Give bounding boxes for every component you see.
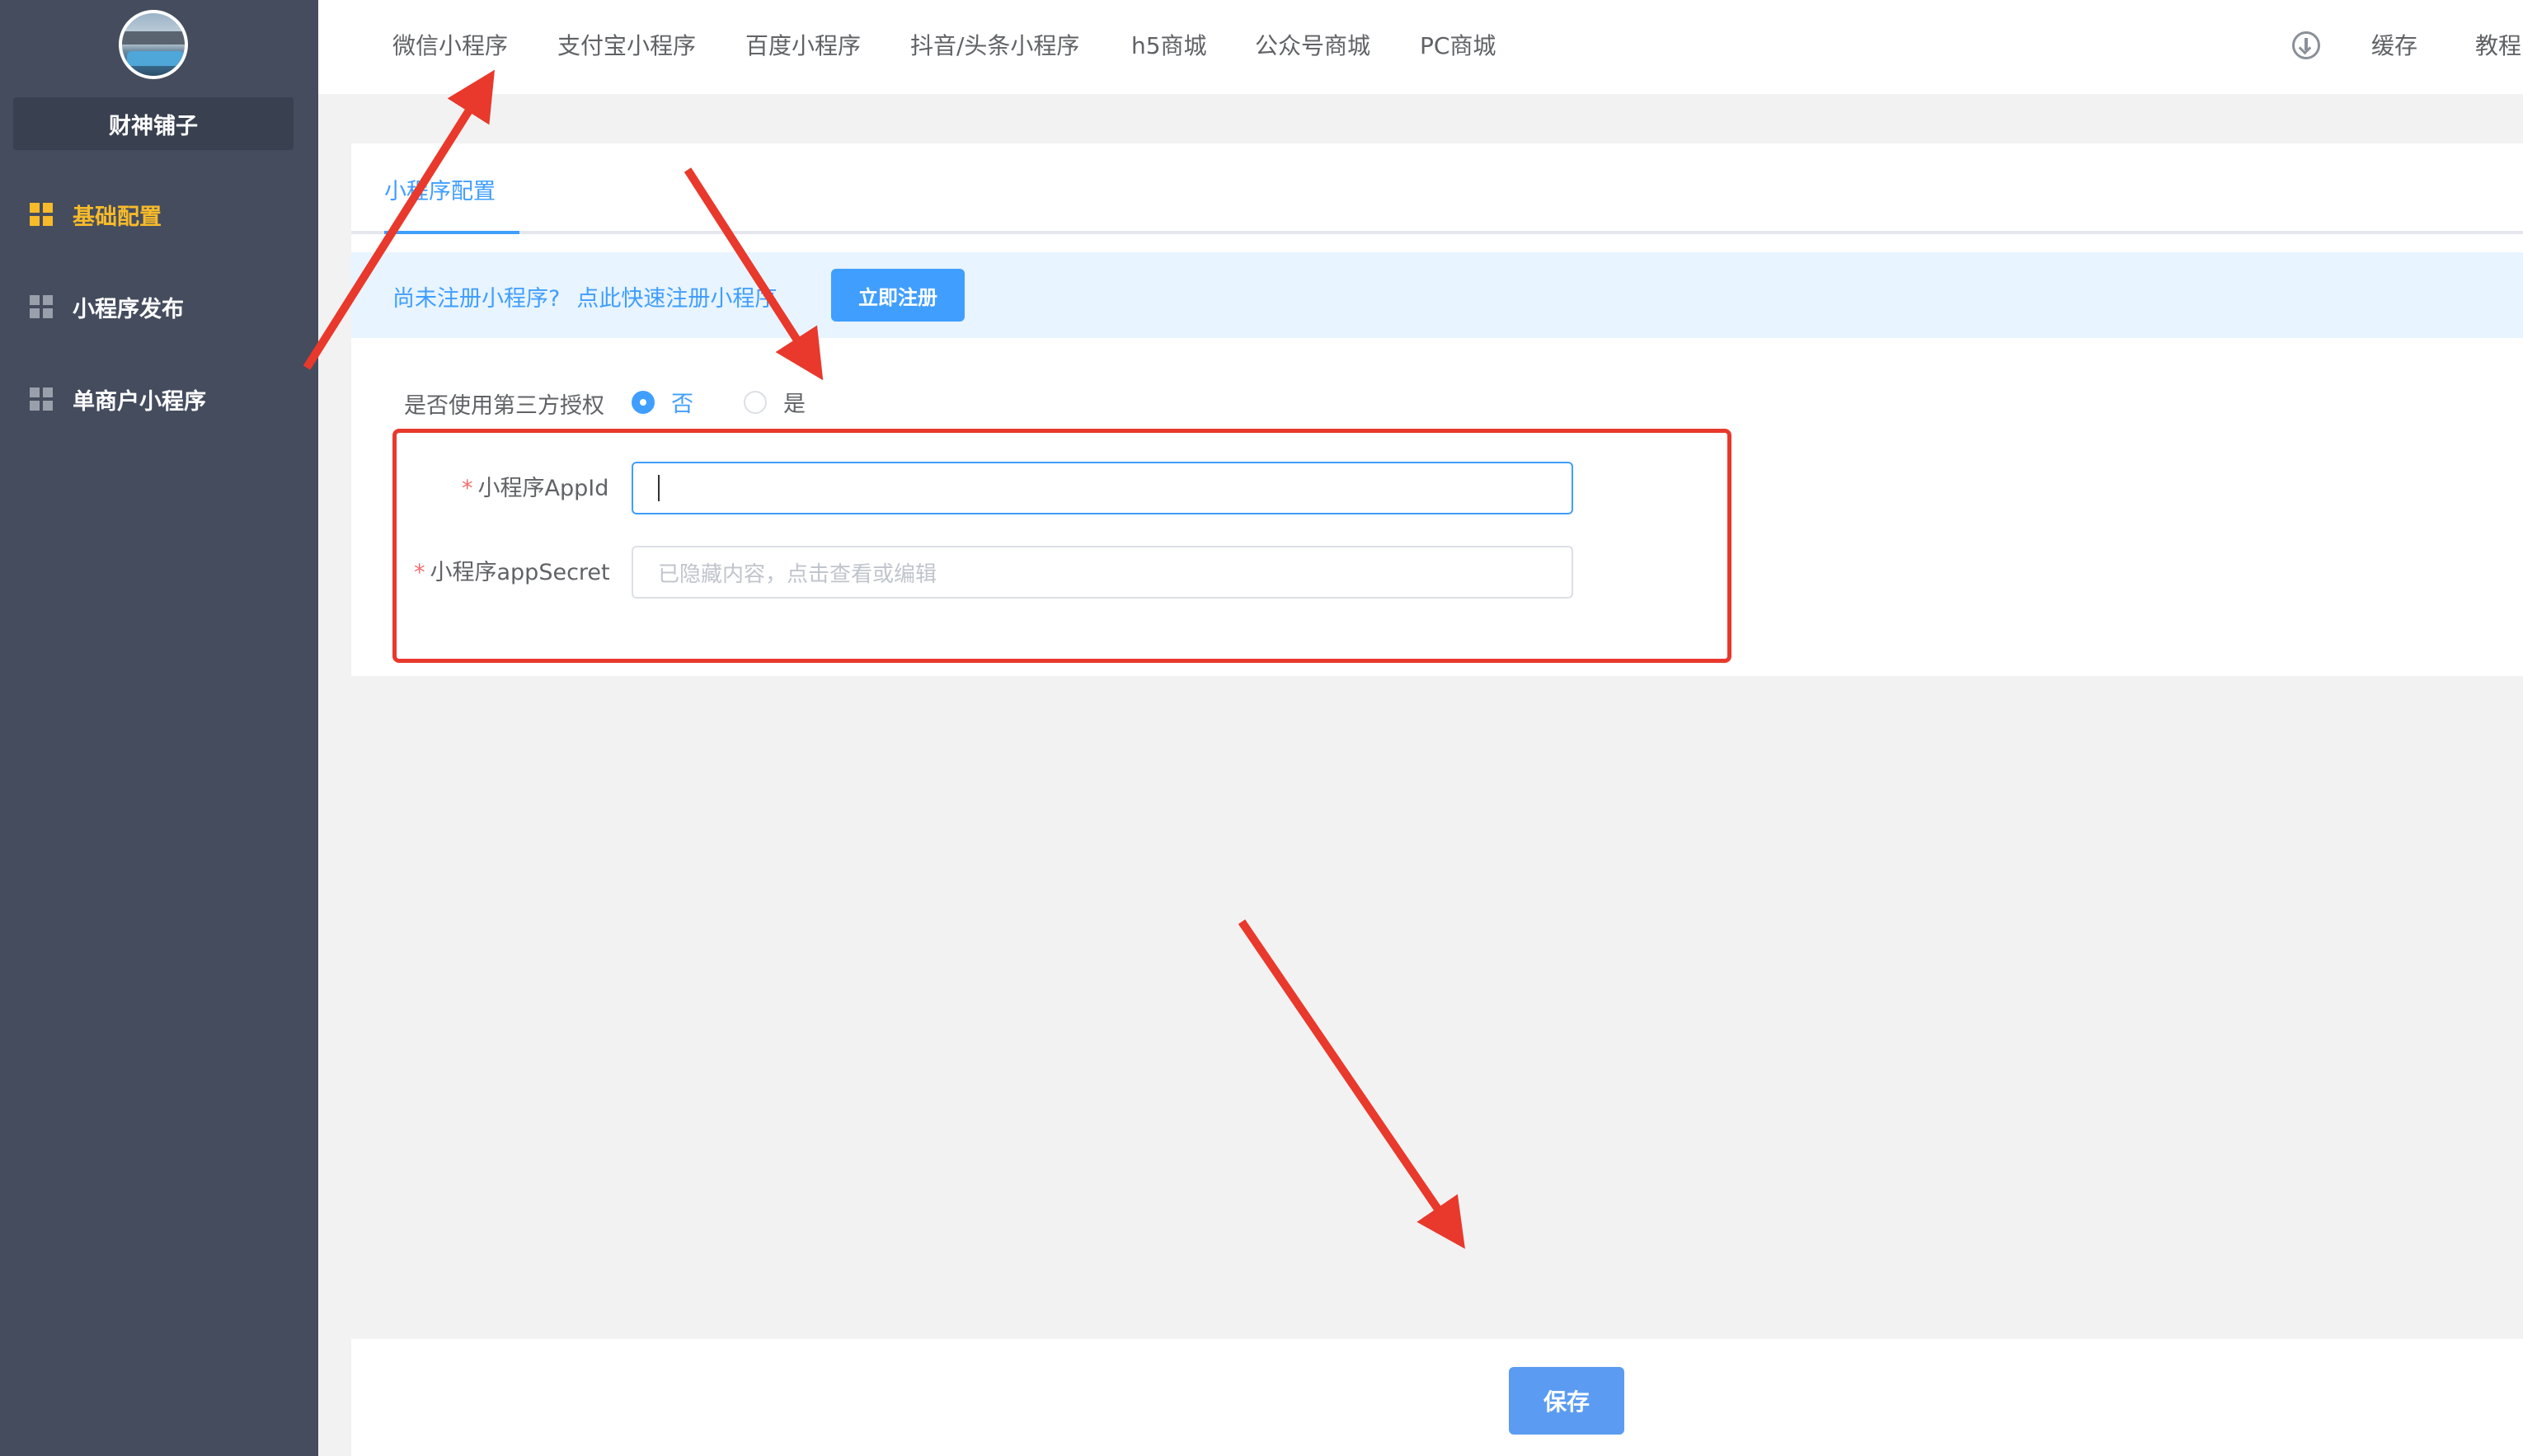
grid-icon <box>30 203 53 226</box>
third-party-auth-label: 是否使用第三方授权 <box>404 393 604 419</box>
annotation-highlight-box <box>392 429 1731 663</box>
tab-miniprogram-config[interactable]: 小程序配置 <box>384 173 496 205</box>
radio-unchecked-icon <box>744 390 767 414</box>
cache-button[interactable]: 缓存 <box>2371 28 2417 61</box>
sidebar: 财神铺子 基础配置 小程序发布 单商户小程序 <box>0 0 318 1456</box>
sidebar-item-single-merchant[interactable]: 单商户小程序 <box>0 358 318 440</box>
shop-name: 财神铺子 <box>13 97 294 150</box>
footer-bar: 保存 <box>351 1339 2523 1456</box>
avatar[interactable] <box>119 10 188 79</box>
radio-yes[interactable]: 是 <box>744 386 806 418</box>
top-nav: 微信小程序 支付宝小程序 百度小程序 抖音/头条小程序 h5商城 公众号商城 P… <box>318 0 2523 94</box>
tutorial-button[interactable]: 教程 <box>2475 28 2521 61</box>
sidebar-item-miniprogram-publish[interactable]: 小程序发布 <box>0 265 318 348</box>
active-tab-indicator <box>384 231 519 234</box>
tab-alipay-miniprogram[interactable]: 支付宝小程序 <box>557 28 696 61</box>
grid-icon <box>30 295 53 318</box>
quick-register-link[interactable]: 点此快速注册小程序 <box>576 286 777 312</box>
sidebar-item-label: 单商户小程序 <box>73 388 206 415</box>
grid-icon <box>30 387 53 411</box>
notice-question: 尚未注册小程序? <box>392 286 561 312</box>
radio-no[interactable]: 否 <box>632 386 693 418</box>
radio-label: 是 <box>783 392 806 417</box>
register-now-button[interactable]: 立即注册 <box>831 269 965 322</box>
radio-checked-icon <box>632 390 655 414</box>
sidebar-item-label: 小程序发布 <box>73 296 184 322</box>
tab-official-account-mall[interactable]: 公众号商城 <box>1255 28 1370 61</box>
tab-douyin-miniprogram[interactable]: 抖音/头条小程序 <box>910 28 1079 61</box>
save-button[interactable]: 保存 <box>1509 1367 1624 1435</box>
tab-pc-mall[interactable]: PC商城 <box>1420 28 1496 61</box>
tab-wechat-miniprogram[interactable]: 微信小程序 <box>392 28 508 61</box>
config-tabs: 小程序配置 <box>351 143 2523 234</box>
download-icon[interactable] <box>2292 31 2320 59</box>
sidebar-item-basic-config[interactable]: 基础配置 <box>0 173 318 256</box>
notice-text: 尚未注册小程序? 点此快速注册小程序 <box>392 280 777 312</box>
register-notice: 尚未注册小程序? 点此快速注册小程序 立即注册 <box>351 252 2523 338</box>
annotation-arrow-save <box>1238 919 1465 1249</box>
tab-baidu-miniprogram[interactable]: 百度小程序 <box>745 28 861 61</box>
radio-label: 否 <box>671 392 693 417</box>
avatar-roof-shape <box>122 31 185 45</box>
tab-h5-mall[interactable]: h5商城 <box>1131 28 1207 61</box>
sidebar-item-label: 基础配置 <box>73 204 162 230</box>
avatar-pool-shape <box>127 51 185 66</box>
